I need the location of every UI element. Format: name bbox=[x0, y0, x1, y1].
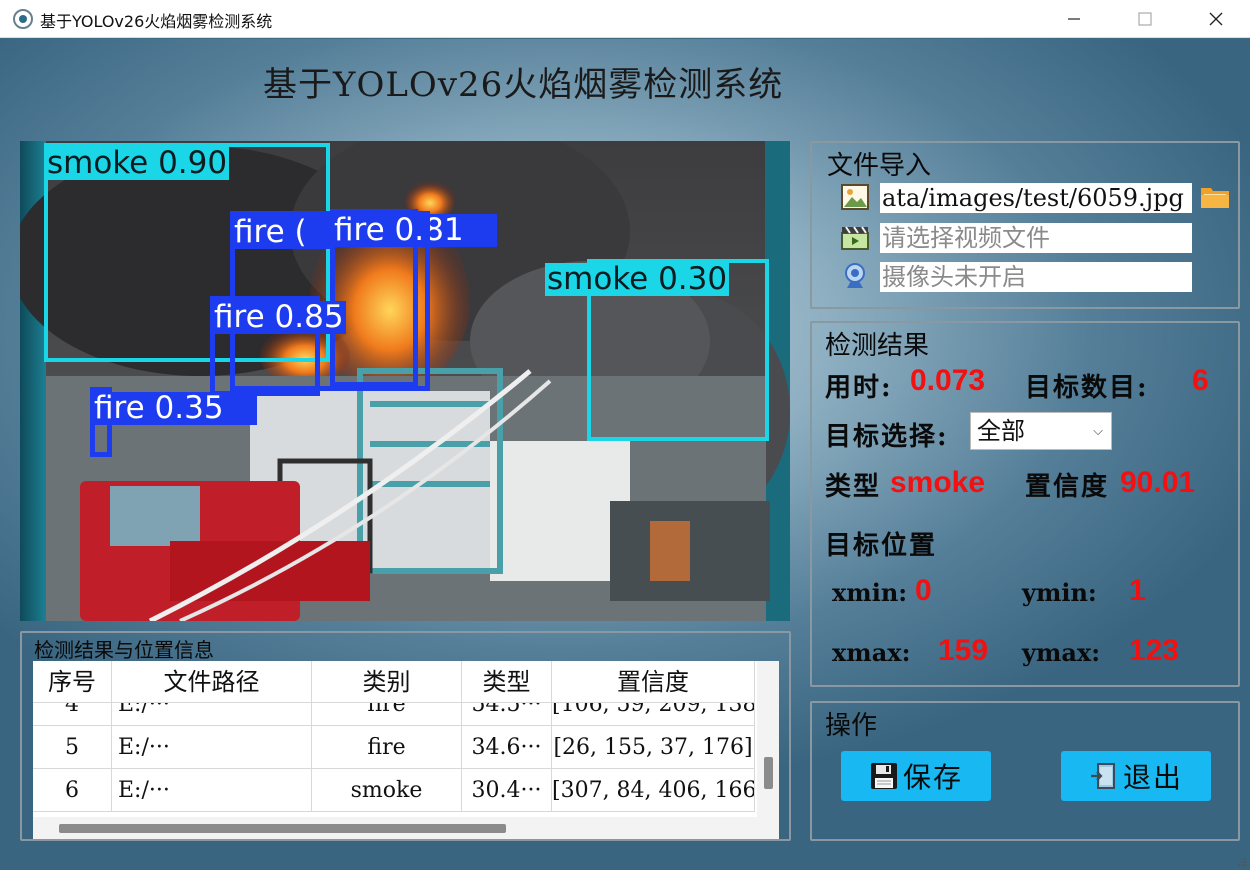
detection-results-group: 检测结果 用时: 0.073 目标数目: 6 目标选择: 全部 ⌵ 类型 smo… bbox=[810, 321, 1240, 687]
chevron-down-icon: ⌵ bbox=[1093, 424, 1103, 439]
horizontal-scrollbar[interactable] bbox=[33, 817, 779, 839]
exit-door-icon bbox=[1090, 763, 1115, 789]
target-select-value: 全部 bbox=[977, 417, 1025, 445]
ymin-value: 1 bbox=[1129, 574, 1146, 607]
xmin-label: xmin: bbox=[832, 578, 908, 607]
ymax-value: 123 bbox=[1129, 634, 1180, 667]
vertical-scrollbar-thumb[interactable] bbox=[764, 757, 773, 789]
camera-status-field[interactable]: 摄像头未开启 bbox=[880, 262, 1192, 292]
ymax-label: ymax: bbox=[1022, 638, 1101, 667]
resize-grip-icon[interactable] bbox=[1237, 857, 1247, 867]
row-class: fire bbox=[312, 726, 462, 768]
type-value: smoke bbox=[890, 466, 986, 499]
row-confidence: [106, 59, 209, 138] bbox=[552, 703, 755, 725]
xmin-value: 0 bbox=[915, 574, 932, 607]
results-title: 检测结果 bbox=[825, 331, 930, 361]
confidence-value: 90.01 bbox=[1120, 466, 1196, 499]
row-confidence: [26, 155, 37, 176] bbox=[552, 726, 755, 768]
file-import-group: 文件导入 ata/images/test/6059.jpg 请选择视频文件 摄像… bbox=[810, 141, 1240, 309]
target-count-value: 6 bbox=[1192, 364, 1209, 397]
table-row[interactable]: 6 E:/··· smoke 30.4··· [307, 84, 406, 16… bbox=[33, 769, 755, 812]
row-filepath: E:/··· bbox=[112, 769, 312, 811]
video-icon bbox=[841, 226, 869, 250]
results-table[interactable]: 序号 文件路径 类别 类型 置信度 4 E:/··· fire 54.5··· … bbox=[33, 661, 779, 839]
column-header-confidence[interactable]: 置信度 bbox=[552, 661, 755, 702]
table-row[interactable]: 4 E:/··· fire 54.5··· [106, 59, 209, 138… bbox=[33, 703, 755, 726]
row-index: 6 bbox=[33, 769, 112, 811]
exit-button-label: 退出 bbox=[1122, 761, 1183, 794]
folder-icon[interactable] bbox=[1200, 183, 1230, 209]
column-header-index[interactable]: 序号 bbox=[33, 661, 112, 702]
detection-label: fire ( bbox=[232, 216, 332, 249]
row-index: 5 bbox=[33, 726, 112, 768]
ymin-label: ymin: bbox=[1022, 578, 1097, 607]
maximize-icon bbox=[1138, 12, 1152, 26]
xmax-value: 159 bbox=[938, 634, 989, 667]
image-icon bbox=[841, 184, 869, 210]
main-window: 基于YOLOv26火焰烟雾检测系统 smoke 0.90 fire 0.81 f… bbox=[0, 39, 1250, 870]
time-value: 0.073 bbox=[910, 364, 986, 397]
target-position-label: 目标位置 bbox=[825, 531, 938, 561]
detection-box: smoke 0.30 bbox=[545, 259, 769, 441]
exit-button[interactable]: 退出 bbox=[1061, 751, 1211, 801]
video-path-field[interactable]: 请选择视频文件 bbox=[880, 223, 1192, 253]
target-select-dropdown[interactable]: 全部 ⌵ bbox=[970, 412, 1112, 450]
row-type: 34.6··· bbox=[462, 726, 552, 768]
save-button-label: 保存 bbox=[902, 761, 963, 794]
floppy-disk-icon bbox=[870, 763, 897, 789]
save-button[interactable]: 保存 bbox=[841, 751, 991, 801]
column-header-type[interactable]: 类型 bbox=[462, 661, 552, 702]
minimize-button[interactable] bbox=[1046, 0, 1102, 38]
detection-box: fire 0.85 bbox=[210, 296, 346, 396]
column-header-class[interactable]: 类别 bbox=[312, 661, 462, 702]
detection-label: fire 0.35 bbox=[92, 392, 257, 425]
detection-label: smoke 0.30 bbox=[545, 261, 730, 297]
row-filepath: E:/··· bbox=[112, 703, 312, 725]
operations-title: 操作 bbox=[825, 711, 878, 741]
detection-image-panel: smoke 0.90 fire 0.81 fire ( smoke 0.30 f… bbox=[20, 141, 790, 621]
horizontal-scrollbar-thumb[interactable] bbox=[59, 824, 506, 833]
operations-group: 操作 保存 退出 bbox=[810, 701, 1240, 841]
table-body: 4 E:/··· fire 54.5··· [106, 59, 209, 138… bbox=[33, 703, 755, 813]
row-class: smoke bbox=[312, 769, 462, 811]
row-class: fire bbox=[312, 703, 462, 725]
xmax-label: xmax: bbox=[832, 638, 911, 667]
row-confidence: [307, 84, 406, 166] bbox=[552, 769, 755, 811]
row-type: 54.5··· bbox=[462, 703, 552, 725]
file-import-title: 文件导入 bbox=[827, 151, 932, 181]
time-label: 用时: bbox=[825, 373, 893, 403]
row-filepath: E:/··· bbox=[112, 726, 312, 768]
app-logo-icon bbox=[13, 9, 33, 29]
webcam-icon bbox=[845, 263, 865, 288]
image-path-field[interactable]: ata/images/test/6059.jpg bbox=[880, 183, 1192, 213]
row-index: 4 bbox=[33, 703, 112, 725]
target-count-label: 目标数目: bbox=[1025, 373, 1149, 403]
table-header: 序号 文件路径 类别 类型 置信度 bbox=[33, 661, 755, 703]
window-title: 基于YOLOv26火焰烟雾检测系统 bbox=[40, 12, 273, 31]
row-type: 30.4··· bbox=[462, 769, 552, 811]
column-header-filepath[interactable]: 文件路径 bbox=[112, 661, 312, 702]
close-icon bbox=[1209, 12, 1223, 26]
maximize-button[interactable] bbox=[1117, 0, 1173, 38]
window-titlebar: 基于YOLOv26火焰烟雾检测系统 bbox=[0, 0, 1250, 38]
detection-label: smoke 0.90 bbox=[45, 145, 230, 181]
detection-box: fire 0.35 bbox=[90, 387, 257, 457]
close-button[interactable] bbox=[1188, 0, 1244, 38]
results-table-title: 检测结果与位置信息 bbox=[34, 638, 214, 662]
table-row[interactable]: 5 E:/··· fire 34.6··· [26, 155, 37, 176] bbox=[33, 726, 755, 769]
vertical-scrollbar[interactable] bbox=[757, 661, 779, 817]
target-select-label: 目标选择: bbox=[825, 422, 949, 452]
results-table-group: 检测结果与位置信息 序号 文件路径 类别 类型 置信度 4 E:/··· fir… bbox=[20, 631, 791, 841]
app-heading: 基于YOLOv26火焰烟雾检测系统 bbox=[263, 65, 784, 105]
detection-label: fire 0.85 bbox=[212, 299, 346, 335]
confidence-label: 置信度 bbox=[1025, 472, 1110, 502]
type-label: 类型 bbox=[825, 472, 882, 502]
minimize-icon bbox=[1068, 18, 1080, 20]
